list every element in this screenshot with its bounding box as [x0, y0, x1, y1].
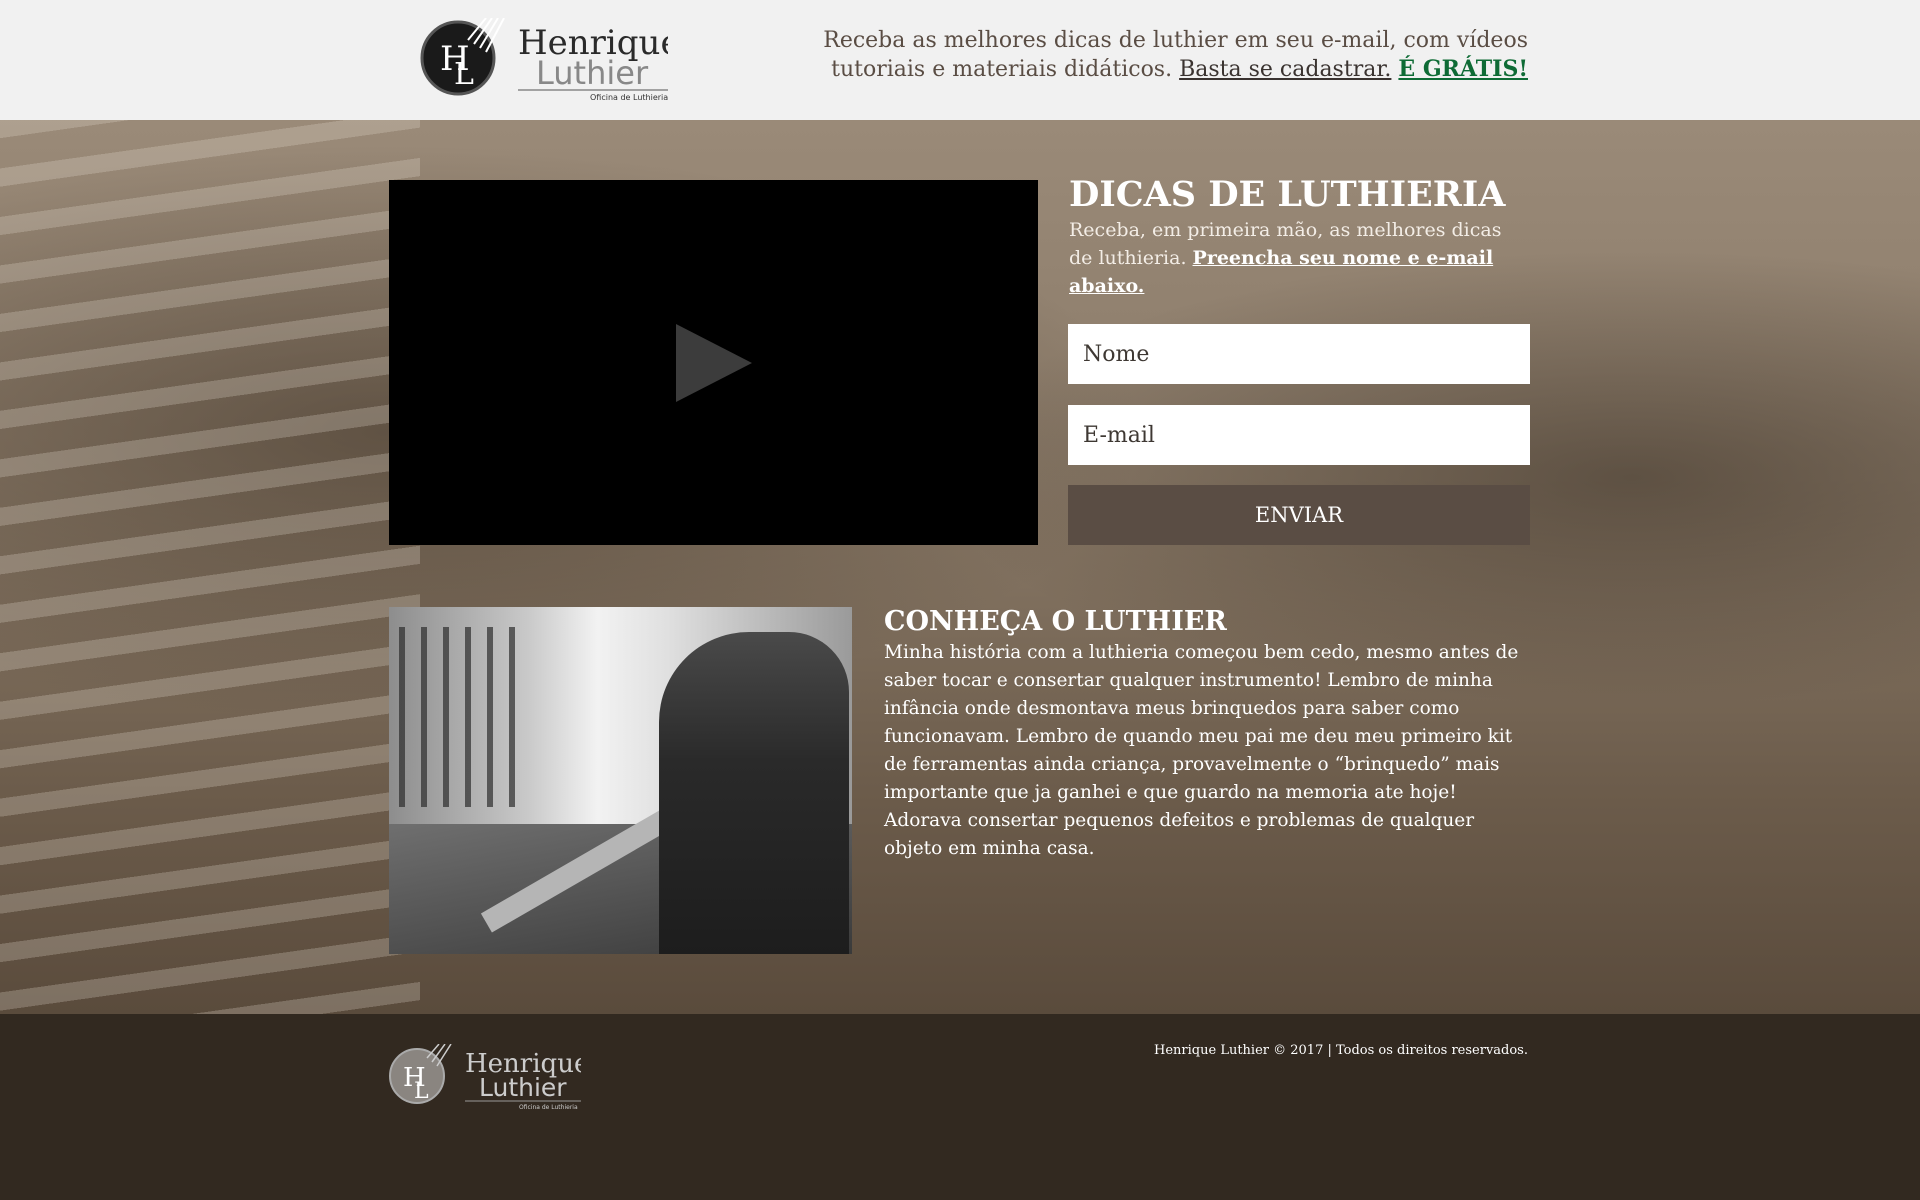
about-title: CONHEÇA O LUTHIER — [884, 606, 1227, 637]
video-player[interactable] — [389, 180, 1038, 545]
svg-text:L: L — [414, 1079, 429, 1104]
email-input[interactable] — [1068, 405, 1530, 465]
promo-text: Receba as melhores dicas de luthier em s… — [728, 26, 1528, 84]
svg-text:L: L — [454, 57, 474, 92]
footer — [0, 1014, 1920, 1200]
signup-title: DICAS DE LUTHIERIA — [1069, 174, 1506, 215]
svg-text:Luthier: Luthier — [479, 1073, 567, 1102]
copyright: Henrique Luthier © 2017 | Todos os direi… — [1154, 1043, 1528, 1058]
svg-text:Luthier: Luthier — [536, 54, 649, 92]
luthier-photo — [389, 607, 852, 954]
signup-link[interactable]: Basta se cadastrar. — [1179, 57, 1391, 82]
logo[interactable]: H L Henrique Luthier Oficina de Luthieri… — [418, 18, 668, 102]
svg-text:Oficina de Luthieria: Oficina de Luthieria — [590, 93, 668, 102]
header: H L Henrique Luthier Oficina de Luthieri… — [0, 0, 1920, 120]
free-link[interactable]: É GRÁTIS! — [1398, 56, 1528, 82]
play-icon[interactable] — [676, 324, 752, 402]
submit-button[interactable]: ENVIAR — [1068, 485, 1530, 545]
about-text: Minha história com a luthieria começou b… — [884, 642, 1519, 859]
name-input[interactable] — [1068, 324, 1530, 384]
signup-subtitle: Receba, em primeira mão, as melhores dic… — [1069, 216, 1529, 300]
footer-logo[interactable]: H L Henrique Luthier Oficina de Luthieri… — [389, 1044, 581, 1110]
svg-text:Oficina de Luthieria: Oficina de Luthieria — [519, 1104, 578, 1110]
background-photo — [0, 120, 420, 1014]
